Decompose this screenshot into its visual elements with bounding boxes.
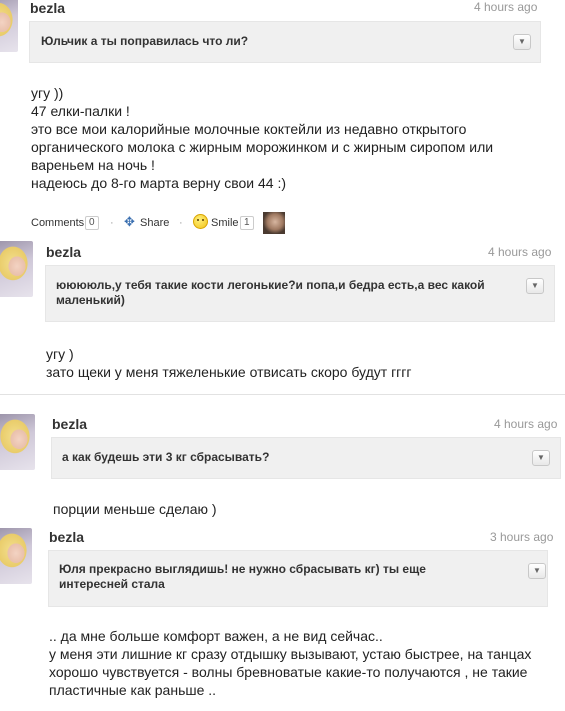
chevron-down-icon[interactable]: ▼ [513,34,531,50]
divider [0,394,565,395]
question-box: Юля прекрасно выглядишь! не нужно сбрасы… [48,550,548,607]
separator: · [110,217,114,229]
username[interactable]: bezla [49,529,84,545]
question-box: Юльчик а ты поправилась что ли? ▼ [29,21,541,63]
question-text: ююююль,у тебя такие кости легонькие?и по… [56,278,485,307]
question-text: Юля прекрасно выглядишь! не нужно сбрасы… [59,562,426,591]
smile-count: 1 [240,216,254,230]
smile-icon[interactable] [193,214,208,229]
question-box: а как будешь эти 3 кг сбрасывать? ▼ [51,437,561,479]
username[interactable]: bezla [46,244,81,260]
timestamp: 3 hours ago [490,530,554,544]
separator: · [179,217,183,229]
answer-text: порции меньше сделаю ) [53,501,217,517]
timestamp: 4 hours ago [494,417,558,431]
answer-actions: Comments 0 · ✥ Share · Smile 1 [31,212,291,237]
answer-text: угу )) 47 елки-палки ! это все мои калор… [31,85,494,191]
question-box: ююююль,у тебя такие кости легонькие?и по… [45,265,555,322]
question-text: а как будешь эти 3 кг сбрасывать? [62,450,270,464]
answer-text: угу ) зато щеки у меня тяжеленькие отвис… [46,346,412,380]
chevron-down-icon[interactable]: ▼ [526,278,544,294]
share-icon[interactable]: ✥ [124,214,135,230]
avatar[interactable] [0,0,18,52]
timestamp: 4 hours ago [488,245,552,259]
chevron-down-icon[interactable]: ▼ [528,563,546,579]
smile-link[interactable]: Smile [211,217,239,229]
answer-text: .. да мне больше комфорт важен, а не вид… [49,628,532,698]
smiler-avatar[interactable] [263,212,285,234]
share-link[interactable]: Share [140,217,169,229]
avatar[interactable] [0,528,32,584]
avatar[interactable] [0,414,35,470]
question-text: Юльчик а ты поправилась что ли? [41,34,249,48]
comments-count: 0 [85,216,99,230]
comments-link[interactable]: Comments [31,217,84,229]
username[interactable]: bezla [30,0,65,16]
avatar[interactable] [0,241,33,297]
username[interactable]: bezla [52,416,87,432]
chevron-down-icon[interactable]: ▼ [532,450,550,466]
timestamp: 4 hours ago [474,0,538,14]
